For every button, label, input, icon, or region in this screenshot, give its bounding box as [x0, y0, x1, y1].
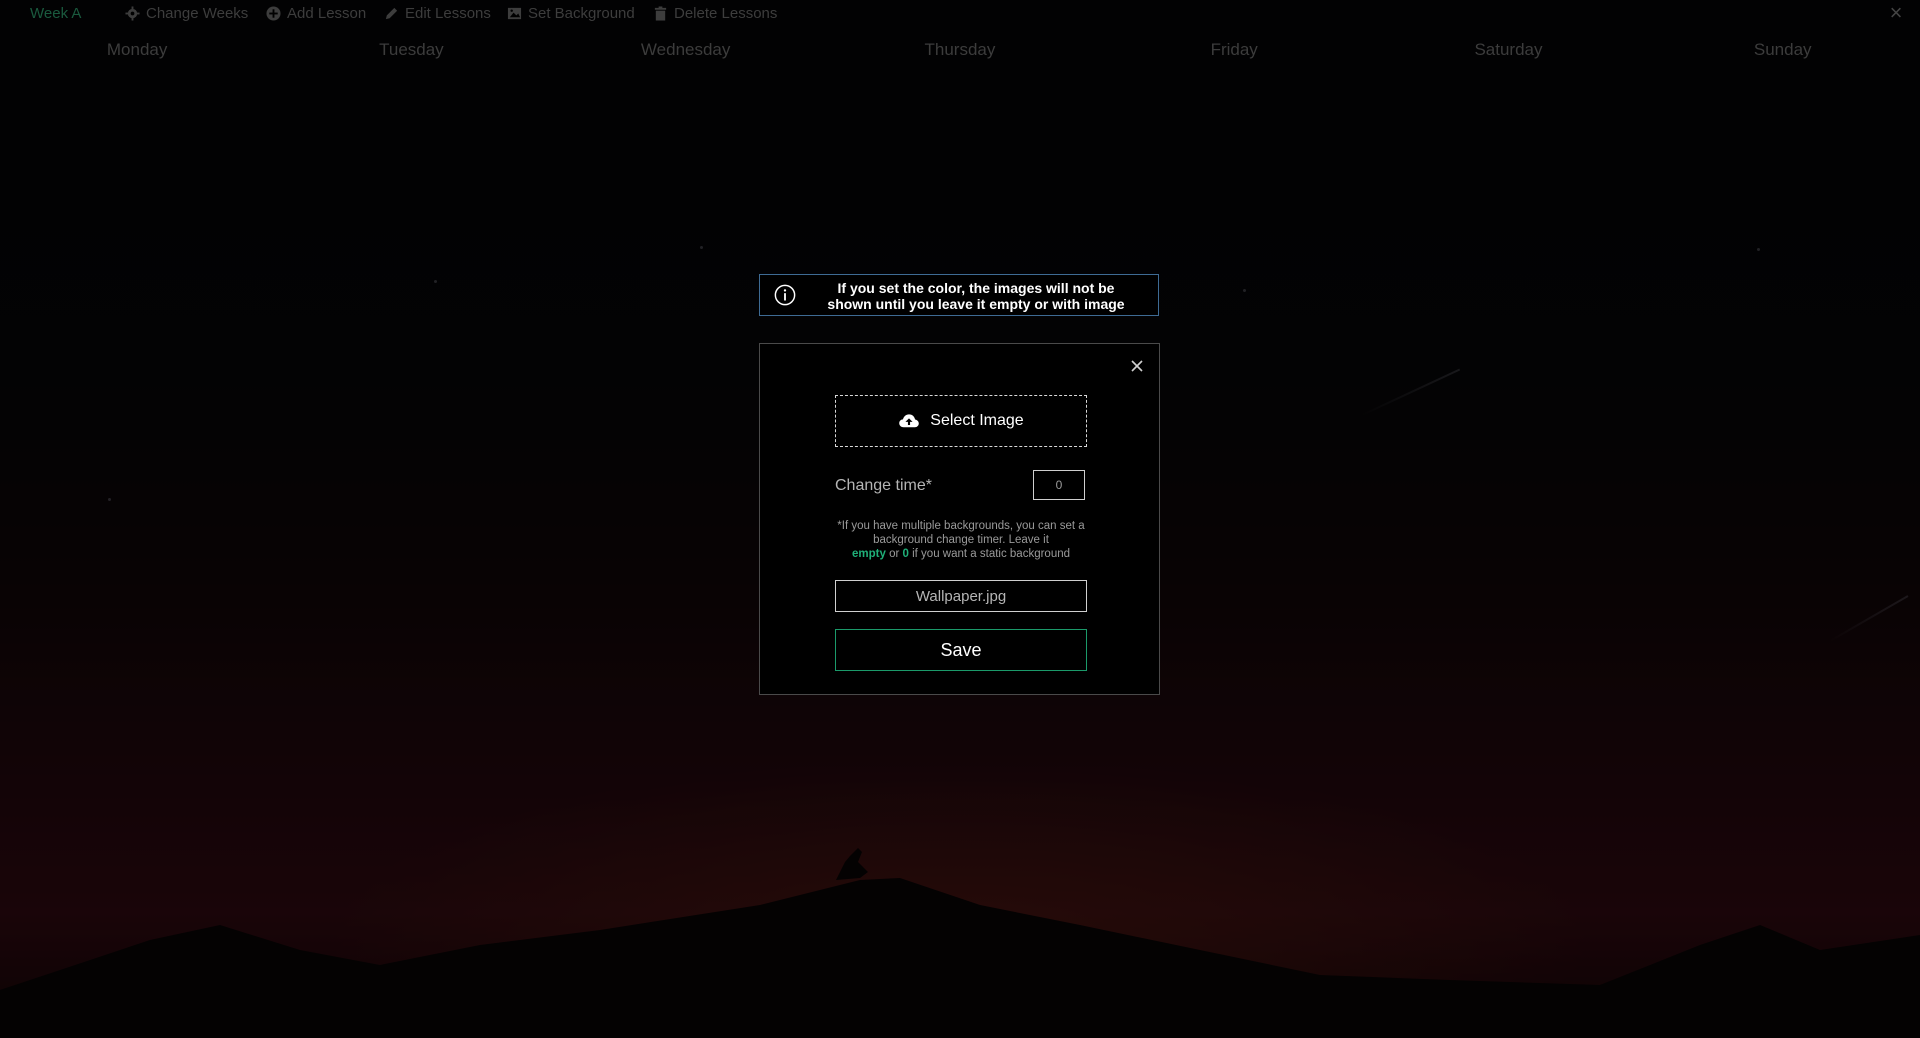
edit-lessons-button[interactable]: Edit Lessons	[384, 5, 491, 22]
plus-circle-icon	[266, 6, 281, 21]
change-time-label: Change time*	[835, 477, 932, 494]
hint-or: or	[889, 548, 900, 560]
set-background-dialog: Select Image Change time* *If you have m…	[759, 343, 1160, 695]
delete-lessons-button[interactable]: Delete Lessons	[653, 5, 777, 22]
day-saturday: Saturday	[1474, 40, 1543, 59]
weekday-header: Monday Tuesday Wednesday Thursday Friday…	[0, 40, 1920, 70]
set-background-button[interactable]: Set Background	[507, 5, 635, 22]
day-monday: Monday	[106, 40, 168, 59]
info-line-2: shown until you leave it empty or with i…	[827, 296, 1125, 312]
hint-zero-keyword: 0	[902, 548, 909, 560]
hint-text-2: if you want a static background	[912, 548, 1071, 560]
day-friday: Friday	[1210, 40, 1258, 59]
day-sunday: Sunday	[1753, 40, 1812, 59]
info-message: If you set the color, the images will no…	[808, 280, 1144, 312]
gear-icon	[125, 6, 140, 21]
trash-icon	[654, 6, 667, 21]
day-thursday: Thursday	[924, 40, 996, 59]
edit-lessons-label: Edit Lessons	[405, 5, 491, 22]
week-label[interactable]: Week A	[30, 5, 81, 22]
select-image-button[interactable]: Select Image	[835, 395, 1087, 447]
pencil-icon	[385, 7, 398, 20]
close-icon[interactable]	[1129, 358, 1145, 374]
day-wednesday: Wednesday	[640, 40, 731, 59]
day-tuesday: Tuesday	[379, 40, 444, 59]
hint-empty-keyword: empty	[851, 548, 886, 560]
close-icon[interactable]: ×	[1886, 2, 1906, 24]
selected-file-name: Wallpaper.jpg	[835, 580, 1087, 612]
set-background-label: Set Background	[528, 5, 635, 22]
save-button[interactable]: Save	[835, 629, 1087, 671]
info-icon	[774, 284, 796, 306]
info-banner: If you set the color, the images will no…	[759, 274, 1159, 316]
image-icon	[507, 7, 522, 20]
add-lesson-button[interactable]: Add Lesson	[266, 5, 366, 22]
cloud-upload-icon	[899, 414, 920, 428]
change-weeks-label: Change Weeks	[146, 5, 249, 22]
change-time-input[interactable]	[1033, 470, 1085, 500]
hint-text-1: *If you have multiple backgrounds, you c…	[837, 520, 1085, 546]
delete-lessons-label: Delete Lessons	[674, 5, 778, 22]
add-lesson-label: Add Lesson	[287, 5, 367, 22]
change-time-hint: *If you have multiple backgrounds, you c…	[835, 519, 1087, 561]
change-weeks-button[interactable]: Change Weeks	[125, 5, 248, 22]
select-image-label: Select Image	[930, 412, 1024, 429]
info-line-1: If you set the color, the images will no…	[837, 280, 1115, 296]
top-toolbar: Week A Change Weeks Add Lesson Edit Less…	[0, 0, 1920, 28]
